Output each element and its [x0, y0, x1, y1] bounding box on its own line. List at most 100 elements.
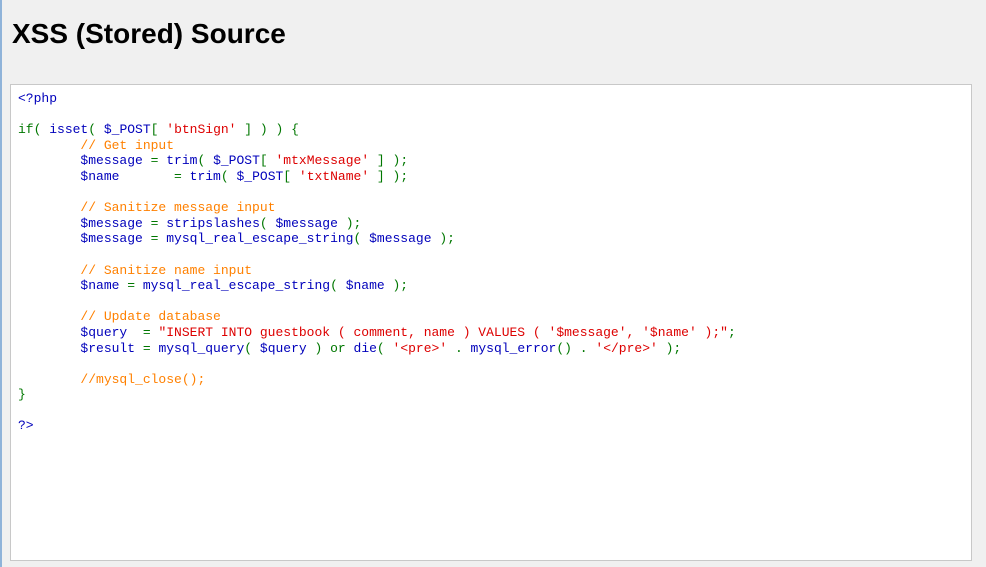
- code-token: // Sanitize name input: [80, 262, 253, 278]
- code-token: '</pre>': [595, 340, 658, 356]
- code-token: $query: [259, 340, 315, 356]
- code-token: =: [142, 324, 159, 340]
- code-token: stripslashes: [166, 215, 260, 231]
- code-token: (: [220, 168, 237, 184]
- code-token: trim: [189, 168, 221, 184]
- code-token: // Get input: [80, 137, 175, 153]
- code-token: isset: [49, 122, 89, 138]
- code-token: $_POST: [213, 153, 260, 169]
- code-line: //mysql_close();: [18, 372, 965, 388]
- code-token: );: [392, 278, 409, 294]
- code-token: =: [127, 278, 143, 294]
- code-token: $message: [275, 215, 346, 231]
- code-token: [: [259, 153, 276, 169]
- code-token: $name: [345, 278, 393, 294]
- code-token: // Sanitize message input: [80, 200, 276, 216]
- code-token: (: [197, 153, 214, 169]
- code-token: (: [259, 215, 276, 231]
- code-token: "INSERT INTO guestbook ( comment, name )…: [158, 324, 728, 340]
- code-line: ?>: [18, 418, 965, 434]
- code-line: $message = trim( $_POST[ 'mtxMessage' ] …: [18, 153, 965, 169]
- code-token: trim: [166, 153, 198, 169]
- code-token: [: [283, 168, 299, 184]
- code-line: $message = mysql_real_escape_string( $me…: [18, 231, 965, 247]
- code-token: .: [447, 340, 471, 356]
- code-token: =: [150, 231, 167, 247]
- code-token: (: [353, 231, 370, 247]
- code-token: '<pre>': [392, 340, 448, 356]
- code-token: <?php: [18, 91, 58, 106]
- php-source-code: <?php if( isset( $_POST[ 'btnSign' ] ) ) …: [18, 91, 965, 434]
- source-code-panel: <?php if( isset( $_POST[ 'btnSign' ] ) ) …: [10, 84, 972, 561]
- code-line: $message = stripslashes( $message );: [18, 216, 965, 232]
- code-token: =: [174, 168, 190, 184]
- code-token: );: [657, 340, 682, 356]
- code-token: mysql_error: [470, 340, 557, 356]
- code-token: $message: [80, 153, 151, 169]
- left-frame-edge: [0, 0, 2, 567]
- code-token: mysql_real_escape_string: [166, 231, 354, 247]
- code-line: $result = mysql_query( $query ) or die( …: [18, 341, 965, 357]
- code-token: $message: [369, 231, 440, 247]
- code-token: ;: [727, 324, 736, 340]
- code-line: // Sanitize message input: [18, 200, 965, 216]
- code-token: $result: [80, 340, 143, 356]
- code-token: ) or: [314, 340, 354, 356]
- code-token: ] );: [369, 153, 409, 169]
- code-token: //mysql_close();: [80, 371, 206, 387]
- code-line: }: [18, 387, 965, 403]
- code-token: $_POST: [103, 122, 151, 138]
- code-line: // Get input: [18, 138, 965, 154]
- code-token: (: [244, 340, 260, 356]
- code-token: $name: [80, 168, 175, 184]
- code-token: 'btnSign': [166, 122, 237, 138]
- code-line: $query = "INSERT INTO guestbook ( commen…: [18, 325, 965, 341]
- code-token: }: [18, 387, 26, 403]
- code-token: 'txtName': [298, 168, 370, 184]
- code-token: $name: [80, 278, 128, 294]
- code-token: () .: [556, 340, 596, 356]
- code-token: mysql_real_escape_string: [142, 278, 331, 294]
- code-token: (: [376, 340, 393, 356]
- code-line: // Sanitize name input: [18, 263, 965, 279]
- code-token: );: [345, 215, 362, 231]
- code-token: ?>: [18, 418, 34, 434]
- code-token: =: [142, 340, 159, 356]
- code-token: $query: [80, 324, 143, 340]
- code-token: $message: [80, 231, 151, 247]
- code-line: // Update database: [18, 309, 965, 325]
- code-token: 'mtxMessage': [275, 153, 370, 169]
- code-token: if(: [18, 122, 50, 138]
- code-line: <?php: [18, 91, 965, 107]
- code-token: ] );: [369, 168, 409, 184]
- code-token: mysql_query: [158, 340, 245, 356]
- code-token: (: [88, 122, 104, 138]
- page-title: XSS (Stored) Source: [12, 18, 286, 49]
- code-line: if( isset( $_POST[ 'btnSign' ] ) ) {: [18, 122, 965, 138]
- code-token: die: [353, 340, 377, 356]
- code-token: =: [150, 153, 167, 169]
- code-token: // Update database: [80, 309, 221, 325]
- code-line: $name = mysql_real_escape_string( $name …: [18, 278, 965, 294]
- code-token: $_POST: [236, 168, 284, 184]
- code-token: =: [150, 215, 167, 231]
- code-token: ] ) ) {: [236, 122, 299, 138]
- code-token: (: [330, 278, 346, 294]
